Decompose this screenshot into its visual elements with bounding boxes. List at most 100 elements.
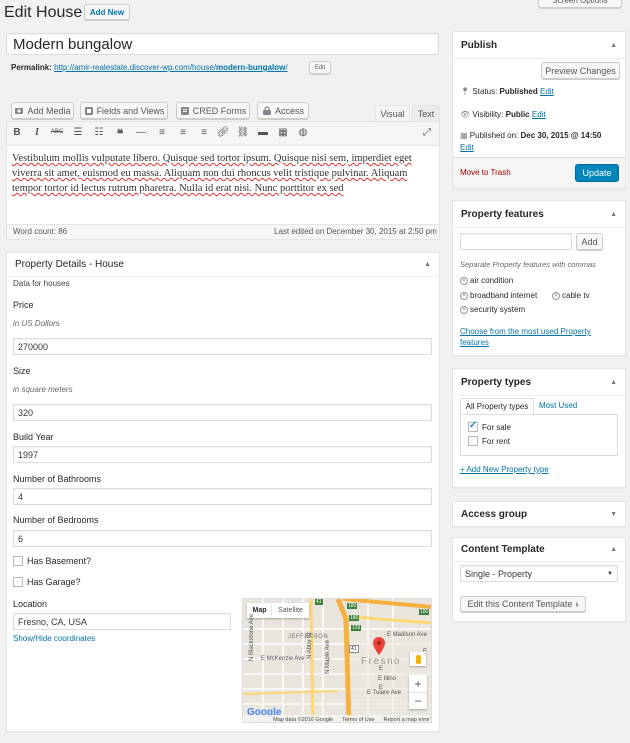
tab-all-property-types[interactable]: All Property types (460, 398, 534, 414)
features-add-button[interactable]: Add (576, 233, 603, 250)
read-more-icon[interactable]: ▬ (256, 127, 270, 138)
map-marker-icon[interactable] (373, 637, 385, 655)
remove-tag-icon[interactable]: ✕ (460, 276, 468, 285)
publish-header[interactable]: Publish ▲ (453, 32, 625, 59)
toolbar-toggle-icon[interactable]: ▦ (276, 127, 290, 138)
published-edit-link[interactable]: Edit (460, 143, 474, 152)
permalink-link[interactable]: http://amir-realestate.discover-wp.com/h… (54, 63, 287, 72)
bold-icon[interactable]: B (10, 127, 24, 138)
numbered-list-icon[interactable]: ☷ (92, 127, 106, 138)
map-zoom-out[interactable]: − (409, 692, 427, 709)
bedrooms-input[interactable]: 6 (13, 530, 432, 547)
garage-row: Has Garage? (13, 577, 81, 587)
content-template-selected: Single - Property (465, 568, 533, 579)
edit-content-template-label: Edit this Content Template (467, 599, 573, 609)
collapse-down-icon[interactable]: ▼ (610, 511, 617, 518)
map-street-abby: N Abby St (307, 632, 313, 659)
map-footer-data: Map data ©2016 Google (273, 716, 334, 723)
unlink-icon[interactable]: ⛓︎ (236, 127, 250, 138)
add-new-button[interactable]: Add New (84, 4, 130, 20)
cred-icon (180, 106, 189, 115)
location-map[interactable]: Map Satellite JEFFERSON E McKenzie Ave E… (242, 598, 432, 723)
italic-icon[interactable]: I (30, 127, 44, 138)
for-rent-checkbox[interactable] (468, 436, 478, 446)
blockquote-icon[interactable]: ❝ (113, 127, 127, 141)
features-input[interactable] (460, 233, 572, 250)
align-center-icon[interactable]: ≡ (176, 127, 190, 138)
update-button[interactable]: Update (575, 164, 619, 182)
for-sale-checkbox[interactable]: ✓ (468, 420, 478, 432)
permalink-row: Permalink: http://amir-realestate.discov… (11, 63, 288, 72)
map-zoom-in[interactable]: + (409, 675, 427, 692)
toolset-icon (84, 106, 93, 115)
tag-item: ✕ cable tv (552, 291, 590, 300)
status-edit-link[interactable]: Edit (540, 87, 554, 96)
tab-visual[interactable]: Visual (375, 105, 410, 121)
remove-tag-icon[interactable]: ✕ (552, 291, 560, 300)
map-street-illinois: E Illino (378, 676, 397, 682)
size-hint: in square meters (13, 385, 73, 394)
content-template-select[interactable]: Single - Property ▼ (460, 565, 618, 582)
move-to-trash-link[interactable]: Move to Trash (460, 168, 511, 177)
permalink-edit-button[interactable]: Edit (309, 61, 331, 74)
tab-text[interactable]: Text (412, 105, 440, 121)
map-footer-report[interactable]: Report a map error (384, 717, 430, 723)
garage-checkbox[interactable] (13, 577, 23, 587)
horizontal-line-icon[interactable]: — (134, 127, 148, 138)
size-input[interactable]: 320 (13, 404, 432, 421)
editor-content[interactable]: Vestibulum mollis vulputate libero. Quis… (12, 151, 434, 196)
collapse-up-icon[interactable]: ▲ (610, 379, 617, 386)
location-input[interactable]: Fresno, CA, USA (13, 613, 231, 630)
fields-views-button[interactable]: Fields and Views (80, 102, 168, 119)
type-label: For sale (482, 422, 511, 432)
access-label: Access (274, 105, 304, 116)
show-hide-coordinates-link[interactable]: Show/Hide coordinates (13, 634, 95, 643)
map-tab-satellite[interactable]: Satellite (272, 603, 309, 618)
collapse-up-icon[interactable]: ▲ (424, 261, 431, 268)
choose-most-used-link[interactable]: Choose from the most used Property featu… (460, 326, 610, 348)
add-media-button[interactable]: Add Media (11, 102, 74, 119)
price-label: Price (13, 300, 34, 310)
property-features-header[interactable]: Property features ▲ (453, 201, 625, 228)
cred-forms-button[interactable]: CRED Forms (176, 102, 250, 119)
add-new-property-type-link[interactable]: + Add New Property type (460, 465, 549, 474)
access-group-header[interactable]: Access group ▼ (453, 502, 625, 526)
visibility-row: 👁︎ Visibility: Public Edit (460, 110, 546, 119)
post-title-input[interactable]: Modern bungalow (6, 33, 439, 55)
size-label: Size (13, 366, 31, 376)
basement-checkbox[interactable] (13, 556, 23, 566)
property-features-title: Property features (461, 208, 544, 220)
edit-content-template-button[interactable]: Edit this Content Template › (460, 596, 586, 612)
align-left-icon[interactable]: ≡ (155, 127, 169, 138)
property-details-header[interactable]: Property Details - House ▲ (7, 253, 439, 277)
toolset-shortcode-icon[interactable]: ◍ (296, 127, 310, 138)
preview-changes-button[interactable]: Preview Changes (541, 62, 620, 79)
build-year-input[interactable]: 1997 (13, 446, 432, 463)
fullscreen-icon[interactable]: ⤢ (420, 127, 434, 138)
strikethrough-icon[interactable]: ABC (50, 129, 64, 135)
visibility-edit-link[interactable]: Edit (532, 110, 546, 119)
link-icon[interactable]: 🔗︎ (216, 127, 230, 138)
map-footer: Map data ©2016 Google Terms of Use Repor… (243, 715, 431, 723)
content-template-header[interactable]: Content Template ▲ (453, 538, 625, 562)
screen-options-button[interactable]: Screen Options (538, 0, 622, 8)
price-input[interactable]: 270000 (13, 338, 432, 355)
remove-tag-icon[interactable]: ✕ (460, 305, 468, 314)
property-types-header[interactable]: Property types ▲ (453, 369, 625, 396)
collapse-up-icon[interactable]: ▲ (610, 546, 617, 553)
permalink-tail: / (285, 63, 288, 72)
content-template-title: Content Template (461, 544, 545, 555)
map-street-blackstone: N Blackstone Ave (249, 614, 255, 661)
map-footer-terms[interactable]: Terms of Use (342, 717, 374, 723)
street-view-pegman-icon[interactable] (410, 652, 426, 666)
bathrooms-input[interactable]: 4 (13, 488, 432, 505)
collapse-up-icon[interactable]: ▲ (610, 42, 617, 49)
remove-tag-icon[interactable]: ✕ (460, 291, 468, 300)
align-right-icon[interactable]: ≡ (197, 127, 211, 138)
basement-row: Has Basement? (13, 556, 91, 566)
access-button[interactable]: Access (257, 102, 309, 119)
collapse-up-icon[interactable]: ▲ (610, 211, 617, 218)
bullet-list-icon[interactable]: ☰ (71, 127, 85, 138)
tab-most-used[interactable]: Most Used (539, 401, 577, 410)
map-shield-41: 41 (315, 599, 323, 605)
